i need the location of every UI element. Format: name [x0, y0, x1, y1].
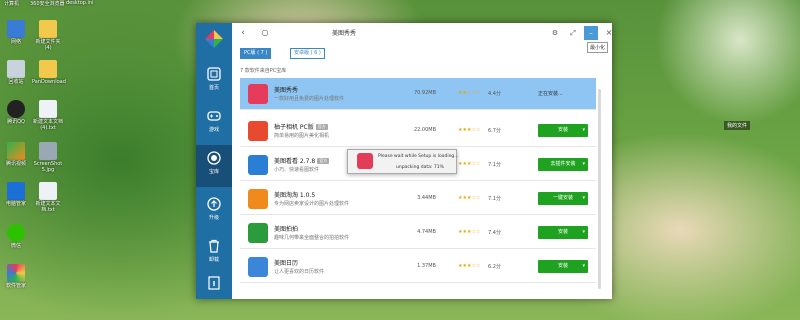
nav-home[interactable]: 首页: [196, 61, 232, 103]
image-viewer-app-icon: [248, 155, 268, 175]
setup-progress-text: unpacking data: 71%: [396, 165, 444, 170]
chevron-down-icon: ▾: [582, 161, 585, 167]
taotao-app-icon: [248, 189, 268, 209]
result-count-text: 7 款软件来自PC宝库: [240, 68, 287, 74]
desktop-label: 计算机: [4, 1, 20, 7]
trash-icon: [209, 239, 219, 253]
rating-stars: ★★★☆☆: [458, 195, 481, 201]
chevron-down-icon: ▾: [582, 229, 585, 235]
info-icon: [208, 276, 220, 290]
camera-app-icon: [248, 121, 268, 141]
close-button[interactable]: ×: [602, 26, 612, 40]
upgrade-icon: [207, 197, 221, 211]
list-item[interactable]: 美图拍拍 趣味几何带来全面整合的拍拍软件 4.74MB ★★★☆☆ 7.4分 安…: [240, 217, 596, 249]
desktop-label: 360安全浏览器: [30, 1, 65, 7]
settings-icon[interactable]: ⚙: [548, 26, 562, 40]
nav-info[interactable]: [196, 273, 232, 293]
minimize-button[interactable]: –: [584, 26, 598, 40]
app-logo-icon: [205, 30, 223, 48]
rating-stars: ★★☆☆☆: [458, 90, 481, 96]
nav-upgrade[interactable]: 升级: [196, 191, 232, 233]
desktop-icon-text-file[interactable]: 新建文本文档(4).txt: [32, 100, 64, 131]
restore-icon[interactable]: ⤢: [566, 26, 580, 40]
home-icon: [207, 67, 221, 81]
nav-games[interactable]: 游戏: [196, 103, 232, 145]
list-item[interactable]: 柚子相机 PC版 官方 简单易用的图片美化相机 22.00MB ★★★☆☆ 6.7…: [240, 115, 596, 147]
install-status: 正在安装...: [538, 91, 563, 97]
game-icon: [207, 111, 221, 121]
plugin-install-button[interactable]: 去插件安装 ▾: [538, 158, 588, 171]
desktop-icon-tencent-video[interactable]: 腾讯视频: [0, 142, 32, 167]
network-icon: [7, 20, 25, 38]
rating-stars: ★★★☆☆: [458, 263, 481, 269]
desktop-icon-network[interactable]: 网络: [0, 20, 32, 45]
install-button[interactable]: 安装 ▾: [538, 260, 588, 273]
list-item[interactable]: 美图淘淘 1.0.5 专为网店卖家设计的图片处理软件 3.44MB ★★★☆☆ …: [240, 183, 596, 215]
tencent-video-icon: [7, 142, 25, 160]
rating-stars: ★★★☆☆: [458, 229, 481, 235]
search-input[interactable]: 美图秀秀: [332, 28, 356, 37]
desktop-icon-wechat[interactable]: 微信: [0, 224, 32, 249]
rating-stars: ★★★☆☆: [458, 127, 481, 133]
desktop-icon-screenshot[interactable]: ScreenShot 5.jpg: [32, 142, 64, 173]
desktop-icon-qq[interactable]: 腾讯QQ: [0, 100, 32, 125]
desktop-icon-recycle-bin[interactable]: 回收站: [0, 60, 32, 85]
nav-treasury[interactable]: 宝库: [196, 145, 232, 187]
desktop-icon-software-manager[interactable]: 软件管家: [0, 264, 32, 289]
image-file-icon: [39, 142, 57, 160]
scrollbar[interactable]: [598, 89, 601, 289]
list-item[interactable]: 美图日历 让人更喜欢的日历软件 1.37MB ★★★☆☆ 6.2分 安装 ▾: [240, 251, 596, 283]
qq-icon: [7, 100, 25, 118]
wechat-icon: [7, 224, 25, 242]
desktop-icon-text-file-2[interactable]: 新建文本文档.txt: [32, 182, 64, 213]
title-bar: ‹ ○ 美图秀秀 ⚙ ⤢ – ×: [232, 23, 612, 43]
official-badge: 官方: [315, 124, 328, 130]
one-click-install-button[interactable]: 一键安装 ▾: [538, 192, 588, 205]
minimize-tooltip: 最小化: [587, 42, 609, 53]
desktop-icon-pandownload[interactable]: PanDownload: [32, 60, 66, 85]
chevron-down-icon: ▾: [582, 195, 585, 201]
tab-pc[interactable]: PC版 ( 7 ): [240, 48, 272, 59]
setup-app-icon: [357, 153, 373, 169]
chevron-down-icon: ▾: [582, 127, 585, 133]
install-button[interactable]: 安装 ▾: [538, 226, 588, 239]
nav-uninstall[interactable]: 卸载: [196, 233, 232, 275]
desktop-icon-folder[interactable]: 新建文件夹(4): [32, 20, 64, 51]
rating-stars: ★★★☆☆: [458, 161, 481, 167]
tab-android[interactable]: 安卓版 ( 6 ): [290, 48, 325, 59]
pc-manager-icon: [7, 182, 25, 200]
text-file-icon: [39, 100, 57, 118]
text-file-icon: [39, 182, 57, 200]
paipai-app-icon: [248, 223, 268, 243]
setup-message: Please wait while Setup is loading...: [378, 154, 459, 159]
meitu-xiuxiu-icon: [248, 84, 268, 104]
desktop-label: desktop.ini: [66, 0, 94, 6]
back-button[interactable]: ‹: [236, 26, 250, 40]
install-button[interactable]: 安装 ▾: [538, 124, 588, 137]
desktop-icon-pc-manager[interactable]: 电脑管家: [0, 182, 32, 207]
setup-loading-dialog: Please wait while Setup is loading... un…: [347, 149, 459, 174]
list-item[interactable]: 美图秀秀 一款好用且免费的图片处理软件 70.92MB ★★☆☆☆ 4.4分 正…: [240, 78, 596, 110]
recycle-bin-icon: [7, 60, 25, 78]
refresh-button[interactable]: ○: [258, 26, 272, 40]
folder-icon: [39, 20, 57, 38]
sidebar: 首页 游戏 宝库 升级 卸载: [196, 23, 232, 299]
search-results: 7 款软件来自PC宝库 美图秀秀 一款好用且免费的图片处理软件 70.92MB …: [232, 61, 604, 299]
treasury-icon: [207, 151, 221, 165]
folder-icon: [39, 60, 57, 78]
calendar-app-icon: [248, 257, 268, 277]
chevron-down-icon: ▾: [582, 263, 585, 269]
desktop-label-my-files[interactable]: 我的文件: [724, 121, 751, 130]
software-manager-icon: [7, 264, 25, 282]
official-badge: 官方: [317, 158, 330, 164]
